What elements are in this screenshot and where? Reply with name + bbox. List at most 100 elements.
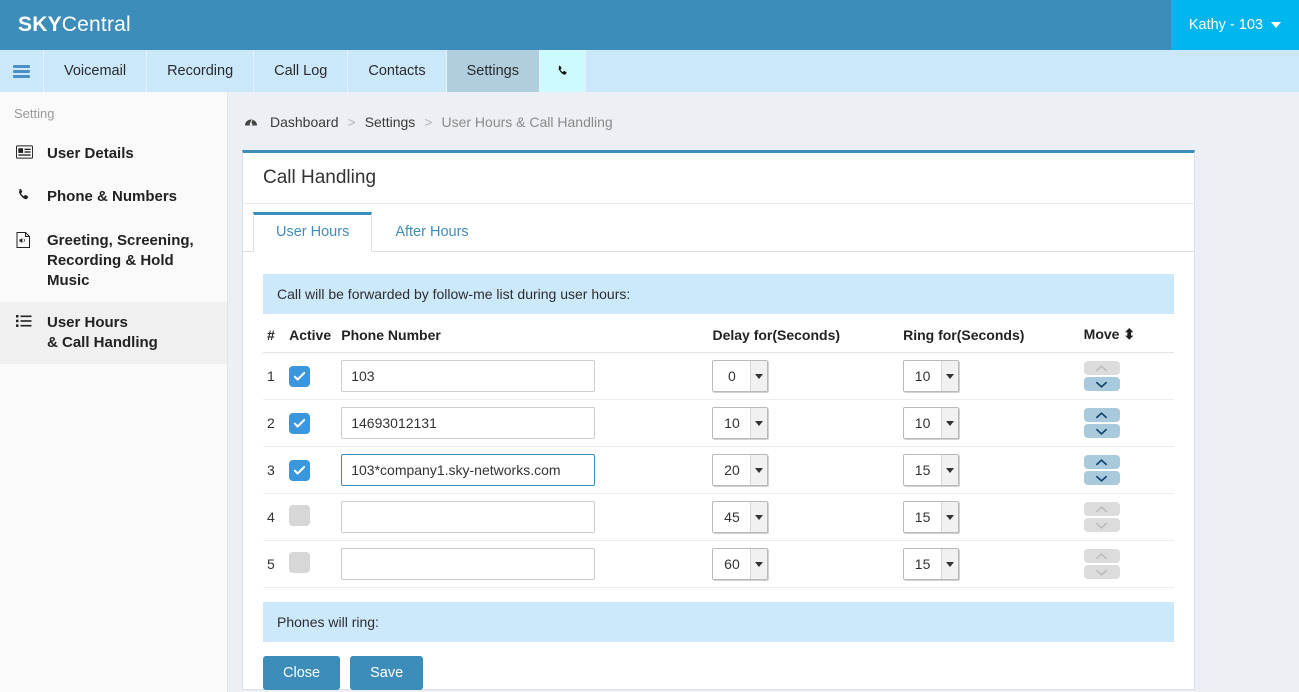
sort-icon: ⬍ [1119,326,1136,342]
move-down-button [1083,565,1120,579]
tab-user-hours[interactable]: User Hours [253,212,373,252]
delay-select[interactable]: 45 [712,501,769,533]
sidebar-item-user-hours[interactable]: User Hours & Call Handling [0,302,227,364]
table-header: # Active Phone Number Delay for(Seconds)… [263,314,1174,353]
app-logo[interactable]: SKYCentral [0,13,131,37]
phone-icon [16,187,34,209]
sidebar-item-user-details[interactable]: User Details [0,133,227,176]
close-button[interactable]: Close [263,656,341,690]
row-number: 3 [267,462,275,478]
move-down-button[interactable] [1083,377,1120,391]
active-checkbox[interactable] [289,552,311,573]
breadcrumb-current: User Hours & Call Handling [441,114,613,130]
breadcrumb: Dashboard > Settings > User Hours & Call… [242,110,1299,130]
nav-label: Contacts [368,63,426,79]
nav-label: Recording [167,63,234,79]
move-controls [1083,455,1120,485]
page-title: Call Handling [263,167,377,188]
ring-select[interactable]: 15 [903,501,960,533]
phone-number-input[interactable] [341,501,596,533]
nav-filler [586,50,1299,92]
phone-number-input[interactable] [341,548,596,580]
sidebar-item-phone-numbers[interactable]: Phone & Numbers [0,176,227,220]
delay-select[interactable]: 0 [712,360,769,392]
chevron-down-icon [941,361,959,391]
follow-me-table: # Active Phone Number Delay for(Seconds)… [263,314,1174,588]
nav-item-recording[interactable]: Recording [147,50,255,92]
move-up-button [1083,502,1120,516]
sidebar-item-label: Greeting, Screening, [47,232,194,249]
table-body: 101021010320154451556015 [263,352,1174,588]
sidebar-caption: Setting [14,106,55,121]
action-buttons: Close Save [263,642,1174,690]
chevron-down-icon [750,408,768,438]
ring-select[interactable]: 15 [903,548,960,580]
active-checkbox[interactable] [289,459,311,481]
row-number: 1 [267,368,275,384]
nav-label: Call Log [274,63,328,79]
header-number: # [263,314,290,353]
breadcrumb-separator: > [347,114,356,130]
nav-label: Settings [466,63,519,79]
ring-select[interactable]: 10 [903,360,960,392]
header-move[interactable]: Move ⬍ [1083,314,1174,353]
move-down-button[interactable] [1083,424,1120,438]
move-down-button[interactable] [1083,471,1120,485]
row-number: 5 [267,556,275,572]
chevron-down-icon [1271,22,1281,28]
move-up-button[interactable] [1083,408,1120,422]
move-up-button[interactable] [1083,455,1120,469]
header-phone-number: Phone Number [341,314,713,353]
chevron-down-icon [941,408,959,438]
delay-value: 20 [724,462,740,478]
tab-after-hours[interactable]: After Hours [372,212,491,252]
card-header: Call Handling [243,153,1194,204]
sidebar-item-label-2: Recording & Hold Music [47,252,174,289]
nav-item-contacts[interactable]: Contacts [348,50,447,92]
table-row: 2 10 10 [263,399,1174,447]
breadcrumb-settings[interactable]: Settings [365,114,416,130]
sidebar-item-greeting-screening[interactable]: Greeting, Screening, Recording & Hold Mu… [0,220,227,302]
save-button[interactable]: Save [350,656,424,690]
tab-label: User Hours [276,224,350,240]
chevron-down-icon [750,361,768,391]
breadcrumb-dashboard[interactable]: Dashboard [270,114,339,130]
delay-select[interactable]: 10 [712,407,769,439]
phone-number-input[interactable] [341,360,596,392]
nav-item-call-log[interactable]: Call Log [254,50,349,92]
chevron-down-icon [941,455,959,485]
ring-select[interactable]: 10 [903,407,960,439]
phone-number-input[interactable] [341,407,596,439]
active-checkbox[interactable] [289,505,311,526]
breadcrumb-separator: > [424,114,433,130]
logo-bold: SKY [18,13,62,36]
nav-item-voicemail[interactable]: Voicemail [44,50,148,92]
move-controls [1083,549,1120,579]
active-checkbox[interactable] [289,365,311,387]
delay-select[interactable]: 20 [712,454,769,486]
main-nav: Voicemail Recording Call Log Contacts Se… [0,50,1299,92]
header-active: Active [289,314,342,353]
user-hours-panel: Call will be forwarded by follow-me list… [243,252,1194,690]
card-tabs: User Hours After Hours [243,204,1194,252]
brand-bar: SKYCentral Kathy - 103 [0,0,1299,50]
delay-value: 10 [724,415,740,431]
table-row: 1010 [263,352,1174,400]
move-controls [1083,408,1120,438]
phone-number-input[interactable] [341,454,596,486]
move-up-button [1083,361,1120,375]
table-row: 5 60 15 [263,540,1174,588]
header-delay: Delay for(Seconds) [712,314,904,353]
chevron-down-icon [750,549,768,579]
active-checkbox[interactable] [289,412,311,434]
nav-item-dialer[interactable] [540,50,586,92]
delay-select[interactable]: 60 [712,548,769,580]
sidebar-item-label: User Hours [47,314,128,331]
nav-item-settings[interactable]: Settings [446,50,540,92]
page-layout: Setting User Details Phone & Numbers Gre… [0,92,1299,692]
move-controls [1083,502,1120,532]
user-menu[interactable]: Kathy - 103 [1170,0,1299,50]
ring-value: 15 [914,509,931,525]
hamburger-icon[interactable] [0,50,44,92]
ring-select[interactable]: 15 [903,454,960,486]
